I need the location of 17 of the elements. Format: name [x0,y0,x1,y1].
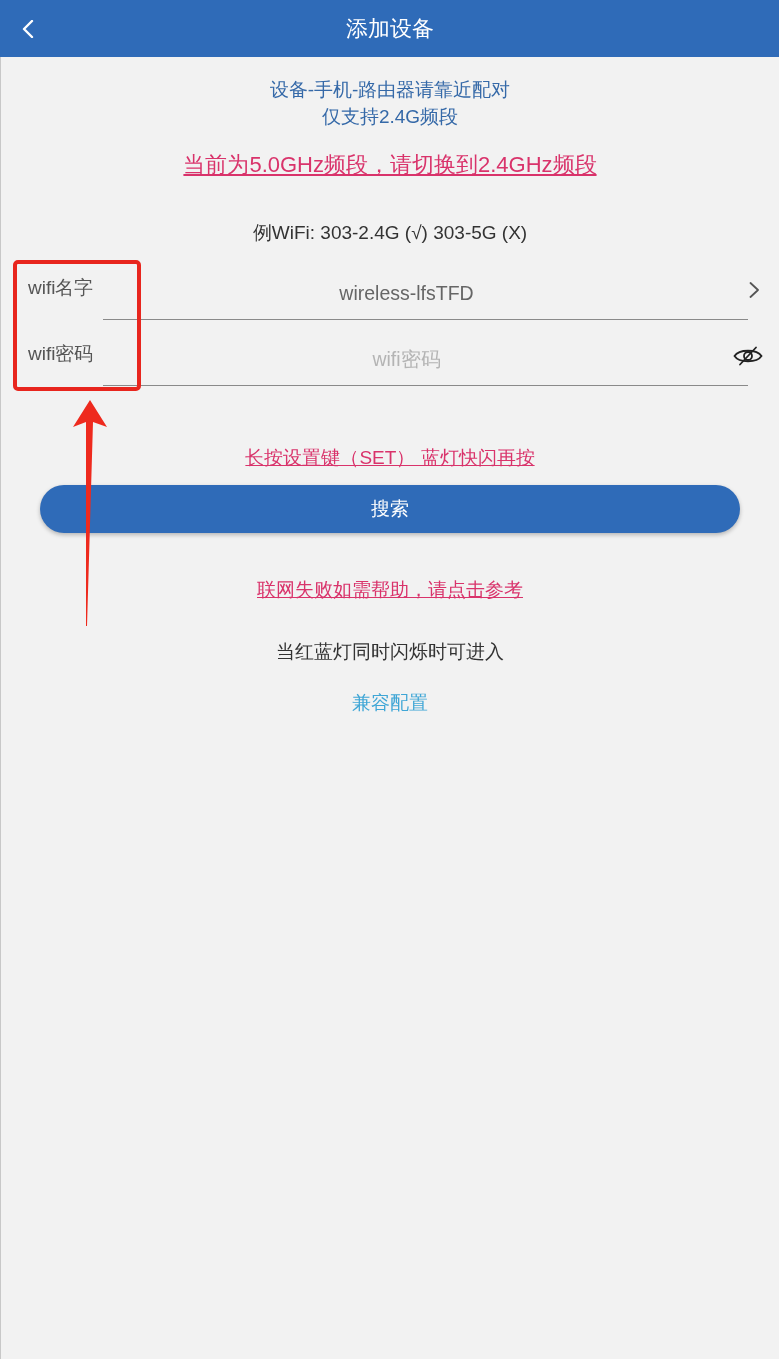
eye-slash-icon[interactable] [733,346,763,366]
page-title: 添加设备 [345,14,434,43]
wifi-name-field[interactable]: wireless-lfsTFD [103,254,748,320]
compat-mode-note: 当红蓝灯同时闪烁时可进入 [276,640,504,664]
chevron-right-icon[interactable] [749,282,760,298]
band-warning-link[interactable]: 当前为5.0GHz频段，请切换到2.4GHz频段 [183,150,597,180]
pairing-notice-text: 设备-手机-路由器请靠近配对 [269,78,511,102]
compat-config-link[interactable]: 兼容配置 [352,690,428,716]
wifi-example-text: 例WiFi: 303-2.4G (√) 303-5G (X) [252,221,528,245]
wifi-password-field[interactable]: wifi密码 [103,320,748,386]
field-label: wifi名字 [28,276,95,300]
pairing-notice-text: 仅支持2.4G频段 [321,105,459,129]
help-link[interactable]: 联网失败如需帮助，请点击参考 [257,577,523,603]
chevron-left-icon [22,19,34,38]
search-button[interactable]: 搜索 [40,485,740,533]
set-key-hint-link[interactable]: 长按设置键（SET） 蓝灯快闪再按 [245,445,535,471]
field-label: wifi密码 [28,342,95,366]
